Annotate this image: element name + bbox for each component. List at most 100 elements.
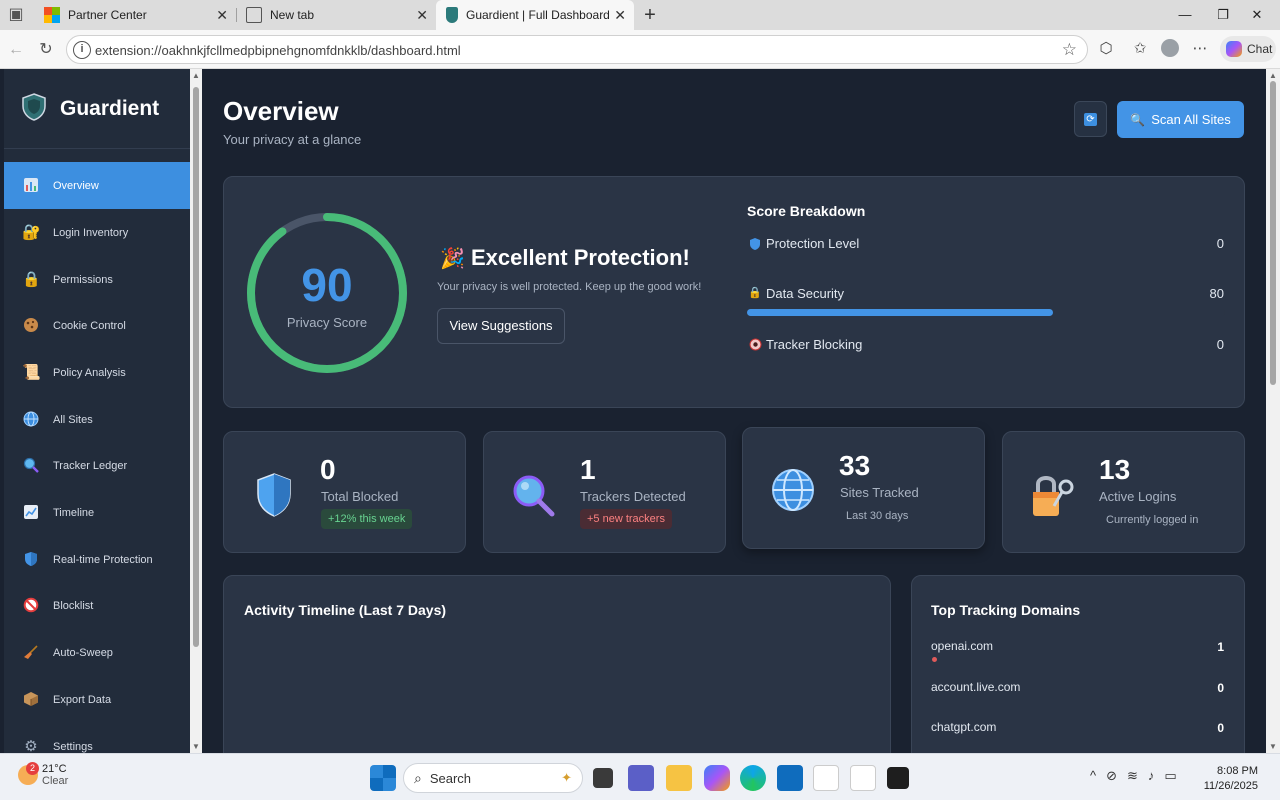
profile-avatar[interactable] [1160,39,1180,59]
sidebar-item-label: Blocklist [53,599,94,612]
shield-icon [257,473,291,517]
scroll-thumb[interactable] [193,87,199,647]
sidebar-item-label: Settings [53,740,93,753]
scan-all-sites-button[interactable]: 🔍 Scan All Sites [1117,101,1244,138]
protection-headline: Excellent Protection! [471,245,690,270]
close-window-button[interactable]: ✕ [1234,0,1280,30]
weather-widget[interactable]: 2 21°C Clear [18,762,69,787]
package-icon [22,691,40,709]
scroll-icon: 📜 [22,363,41,381]
stat-value: 13 [1099,454,1131,485]
site-info-icon[interactable]: i [73,41,91,59]
close-tab-icon[interactable]: ✕ [216,7,228,24]
copilot-chat-button[interactable]: Chat [1220,36,1276,62]
sidebar-item-real-time-protection[interactable]: Real-time Protection [4,536,190,583]
favorites-icon[interactable]: ✩ [1130,39,1150,59]
url-text[interactable]: extension://oakhnkjfcllmedpbipnehgnomfdn… [95,43,461,58]
new-tab-button[interactable]: + [638,3,662,27]
sidebar-item-policy-analysis[interactable]: 📜 Policy Analysis [4,349,190,396]
reload-icon[interactable]: ↻ [34,38,58,62]
sidebar-item-timeline[interactable]: Timeline [4,489,190,536]
page-title: Overview [223,96,339,126]
view-suggestions-button[interactable]: View Suggestions [437,308,565,344]
amazon-icon[interactable] [813,765,839,791]
domain-count: 1 [1217,640,1224,654]
sidebar-item-label: Tracker Ledger [53,459,128,472]
domain-name: account.live.com [931,680,1021,694]
sidebar-item-label: Timeline [53,506,95,519]
activity-timeline-title: Activity Timeline (Last 7 Days) [244,602,447,618]
microsoft-store-icon[interactable] [777,765,803,791]
weather-condition: Clear [42,775,69,787]
more-options-icon[interactable]: ⋯ [1190,39,1210,59]
copilot-icon [1226,41,1242,57]
shield-icon [22,551,40,569]
breakdown-value: 80 [1209,286,1224,301]
windows-start-icon[interactable] [370,765,396,791]
scroll-thumb[interactable] [1270,81,1276,385]
address-bar[interactable]: i extension://oakhnkjfcllmedpbipnehgnomf… [66,35,1088,64]
tab-title: Guardient | Full Dashboard [466,8,610,22]
sidebar-item-cookie-control[interactable]: Cookie Control [4,302,190,349]
sidebar-item-blocklist[interactable]: Blocklist [4,582,190,629]
sidebar-item-auto-sweep[interactable]: Auto-Sweep [4,629,190,676]
system-tray[interactable]: ^⊘≋♪▭ [1090,768,1187,784]
sidebar-item-overview[interactable]: Overview [4,162,190,209]
breakdown-value: 0 [1216,337,1224,352]
brand: Guardient [4,69,190,149]
copilot-app-icon[interactable] [704,765,730,791]
page-scrollbar[interactable]: ▲ ▼ [1266,69,1280,753]
page-subtitle: Your privacy at a glance [223,132,362,147]
tab-title: New tab [270,8,315,22]
domain-count: 0 [1217,721,1224,735]
back-arrow-icon[interactable]: ← [4,38,28,62]
sidebar-item-tracker-ledger[interactable]: Tracker Ledger [4,442,190,489]
task-view-icon[interactable] [593,768,613,788]
windows-taskbar: 2 21°C Clear ⌕ Search ✦ ^⊘≋♪▭ 8:08 PM 11… [0,753,1280,800]
sidebar-item-label: Real-time Protection [53,553,153,566]
search-icon: ⌕ [414,769,422,786]
stat-label: Total Blocked [321,489,399,504]
brand-name: Guardient [60,97,160,120]
extensions-icon[interactable]: ⬡ [1096,39,1116,59]
file-explorer-icon[interactable] [666,765,692,791]
sidebar-item-label: Cookie Control [53,319,126,332]
tab-new-tab[interactable]: New tab ✕ [236,0,436,30]
breakdown-label: Protection Level [766,236,860,251]
edge-browser-icon[interactable] [740,765,766,791]
stat-value: 33 [839,450,871,481]
sidebar-item-permissions[interactable]: 🔒 Permissions [4,256,190,303]
sidebar-item-label: All Sites [53,413,93,426]
close-tab-icon[interactable]: ✕ [614,7,626,24]
dropbox-icon[interactable] [887,767,909,789]
sidebar-scrollbar[interactable]: ▲ ▼ [190,69,202,753]
chat-label: Chat [1247,42,1273,56]
stat-badge: +12% this week [321,509,413,529]
favorite-star-icon[interactable]: ☆ [1062,40,1077,60]
tab-partner-center[interactable]: Partner Center ✕ [34,0,236,30]
tab-actions-icon[interactable]: ▣ [4,3,28,27]
stat-label: Trackers Detected [580,489,686,504]
stat-badge: +5 new trackers [580,509,672,529]
amazon-shopping-icon[interactable] [850,765,876,791]
sidebar-item-settings[interactable]: ⚙ Settings [4,723,190,754]
guardient-shield-icon [22,93,46,121]
sidebar-item-all-sites[interactable]: All Sites [4,396,190,443]
tab-guardient[interactable]: Guardient | Full Dashboard ✕ [436,0,634,30]
scroll-up-icon[interactable]: ▲ [1269,71,1277,80]
scan-label: Scan All Sites [1151,112,1231,127]
refresh-button[interactable]: ⟳ [1074,101,1107,137]
close-tab-icon[interactable]: ✕ [416,7,428,24]
sidebar-item-export-data[interactable]: Export Data [4,676,190,723]
clock-time: 8:08 PM [1217,765,1258,777]
scroll-up-icon[interactable]: ▲ [192,71,200,80]
taskbar-clock[interactable]: 8:08 PM 11/26/2025 [1204,764,1258,794]
sidebar-item-login-inventory[interactable]: 🔐 Login Inventory [4,209,190,256]
teams-icon[interactable] [628,765,654,791]
scroll-down-icon[interactable]: ▼ [192,742,200,751]
magnifier-icon [513,475,555,517]
stat-value: 1 [580,454,596,485]
taskbar-search[interactable]: ⌕ Search ✦ [403,763,583,793]
scroll-down-icon[interactable]: ▼ [1269,742,1277,751]
breakdown-label: Tracker Blocking [766,337,863,352]
